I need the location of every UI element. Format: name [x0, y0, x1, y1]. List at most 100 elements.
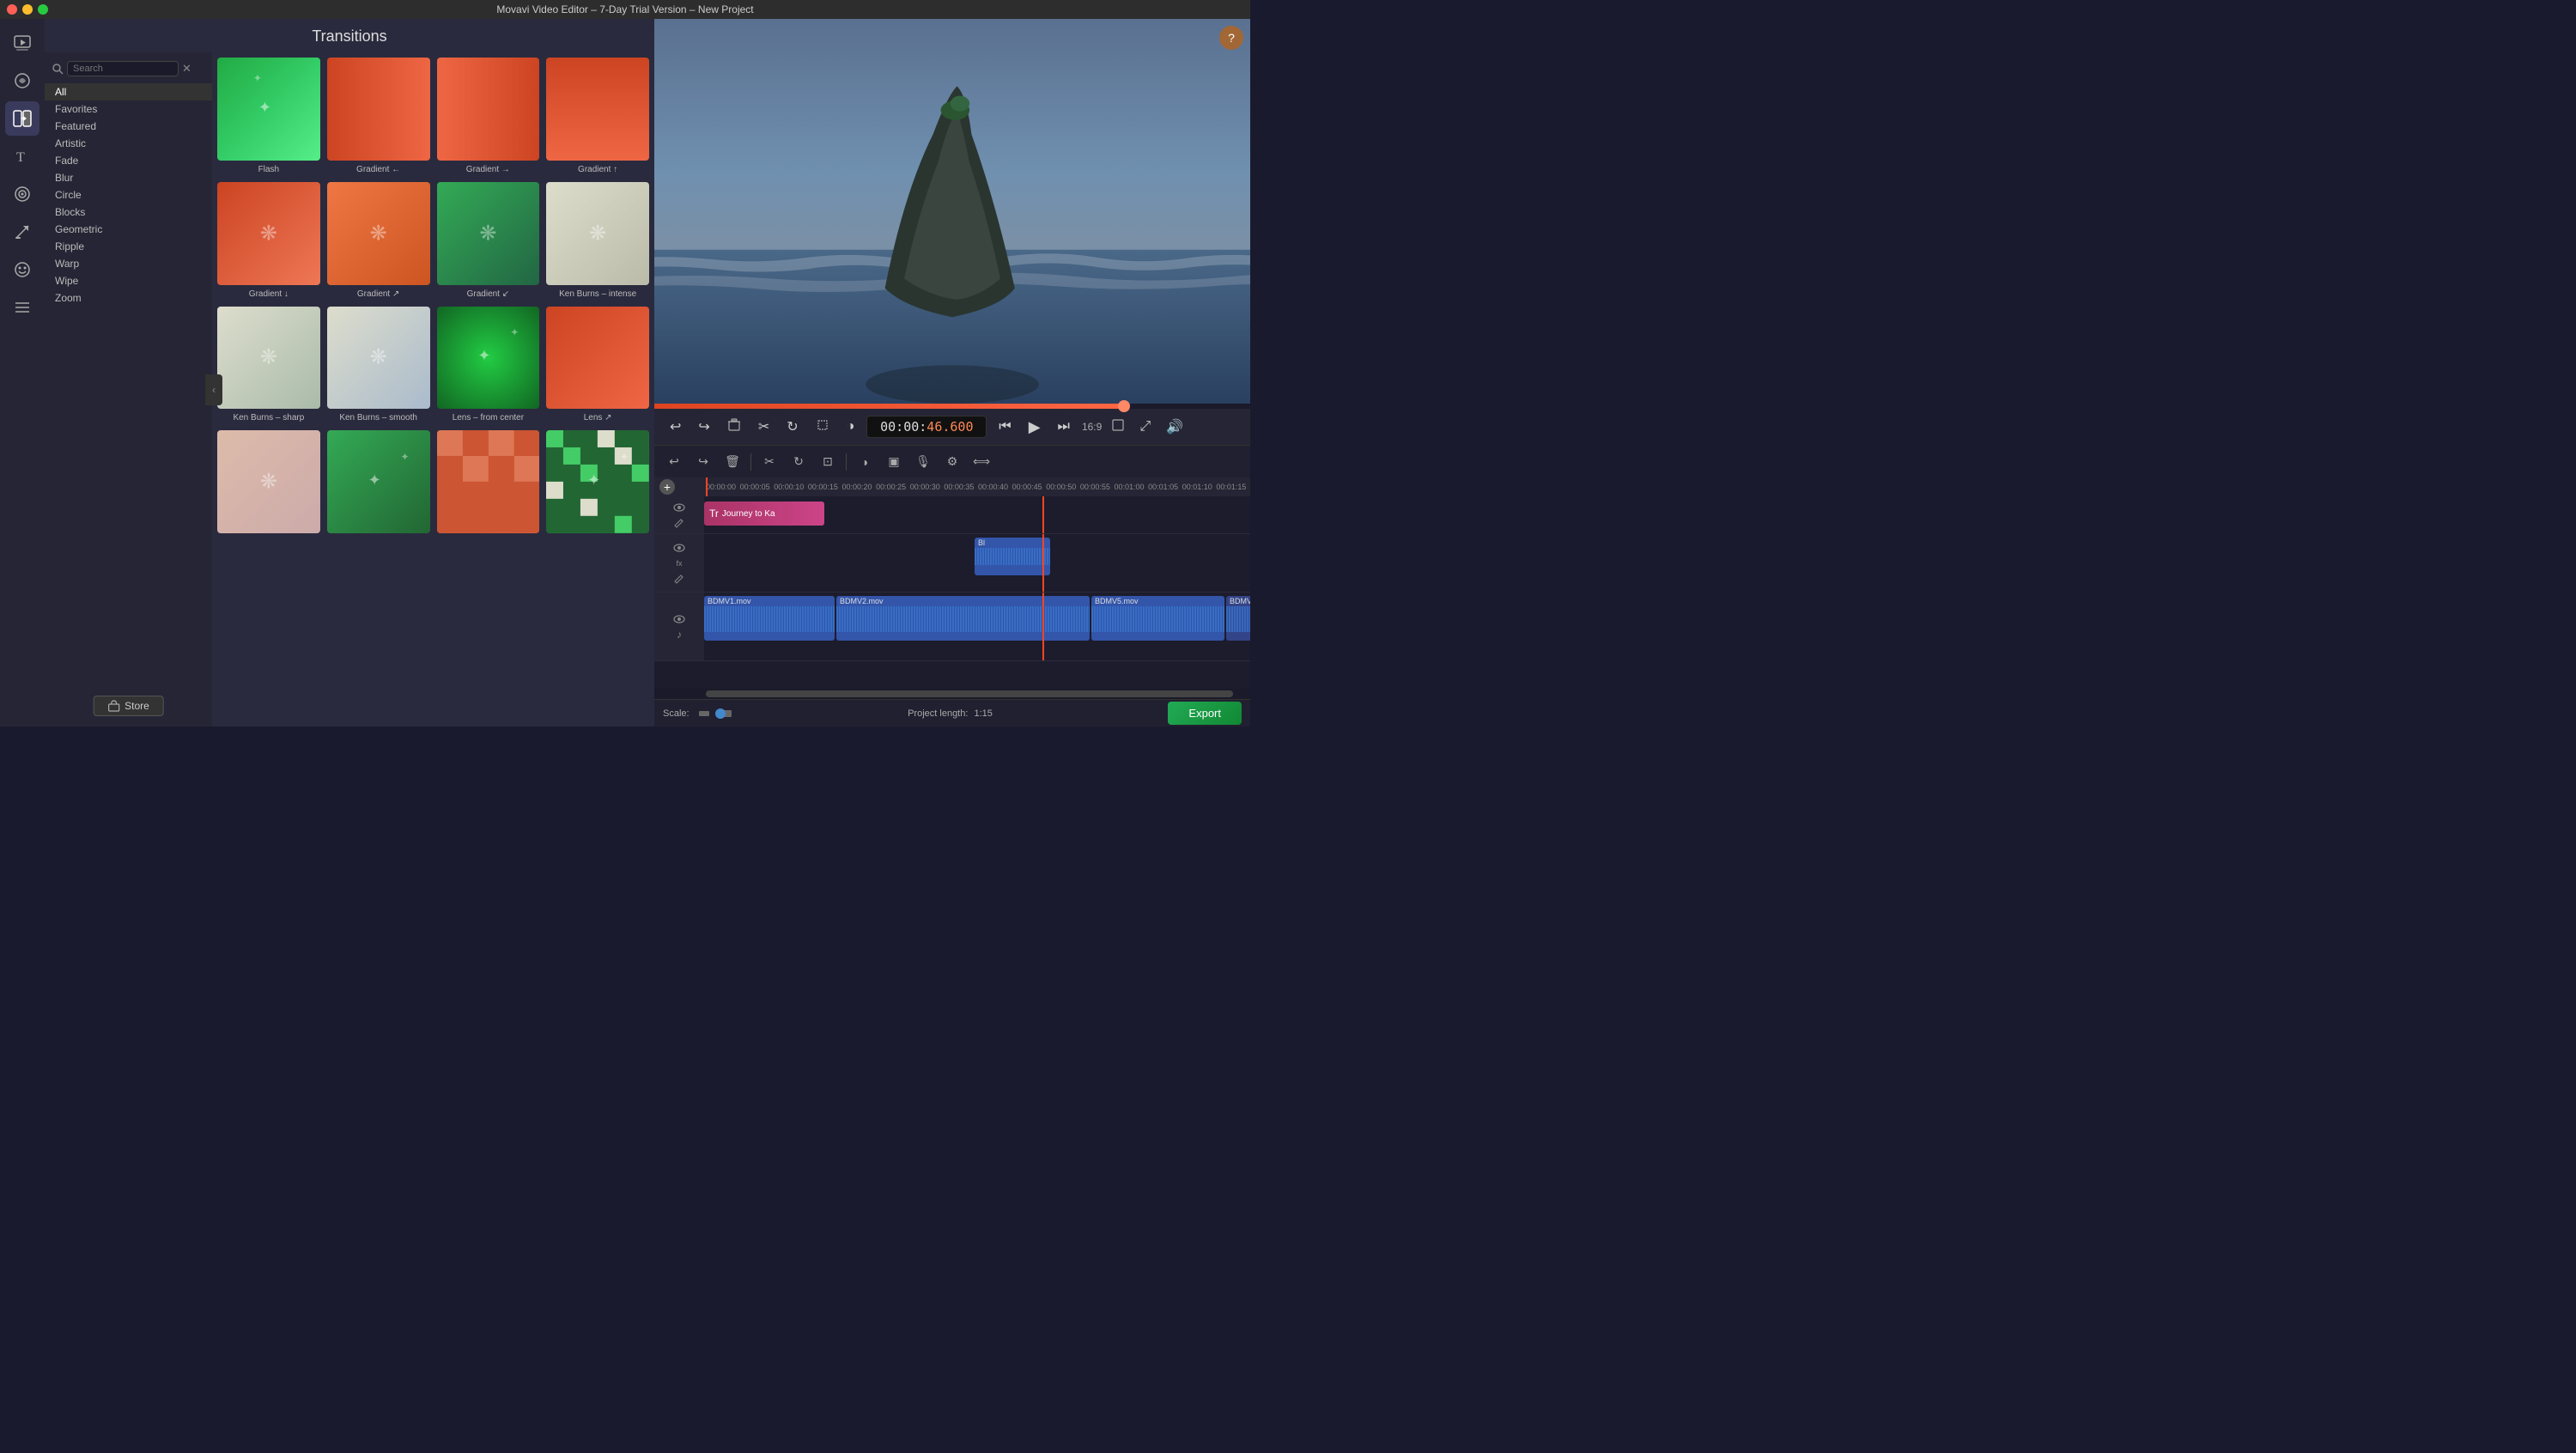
category-fade[interactable]: Fade: [45, 152, 212, 169]
category-featured[interactable]: Featured: [45, 118, 212, 135]
transition-kb-smooth[interactable]: Ken Burns – smooth: [327, 307, 430, 424]
category-warp[interactable]: Warp: [45, 255, 212, 272]
toolbar-audio[interactable]: 🎙: [910, 450, 936, 474]
toolbar-rotate[interactable]: ↻: [786, 450, 811, 474]
title-clip-journey[interactable]: Tr Journey to Ka: [704, 502, 824, 526]
crop-button[interactable]: [811, 415, 835, 440]
help-button[interactable]: ?: [1219, 26, 1243, 50]
category-zoom[interactable]: Zoom: [45, 289, 212, 307]
category-artistic[interactable]: Artistic: [45, 135, 212, 152]
color-button[interactable]: ◑: [841, 416, 860, 438]
sticker-icon-btn[interactable]: [5, 252, 39, 287]
category-blur[interactable]: Blur: [45, 169, 212, 186]
filter-icon-btn[interactable]: [5, 177, 39, 211]
transition-gradient-left[interactable]: Gradient ←: [327, 58, 430, 175]
transition-more-3[interactable]: [437, 430, 540, 537]
minimize-button[interactable]: [22, 4, 33, 15]
media-icon-btn[interactable]: [5, 26, 39, 60]
toolbar-delete[interactable]: 🗑: [720, 450, 745, 474]
transition-more-4[interactable]: [546, 430, 649, 537]
window-title: Movavi Video Editor – 7-Day Trial Versio…: [496, 3, 753, 15]
clip-bdmv2[interactable]: BDMV2.mov: [836, 596, 1090, 641]
secondary-track-content[interactable]: Bl BDMV6.mov BDMV12.mov: [704, 534, 1250, 592]
toolbar-undo[interactable]: ↩: [661, 450, 687, 474]
clip-bdmv1[interactable]: BDMV1.mov: [704, 596, 835, 641]
transition-gradient-ne[interactable]: Gradient ↗: [327, 182, 430, 300]
transition-flash[interactable]: Flash: [217, 58, 320, 175]
toolbar-color[interactable]: ◑: [852, 450, 878, 474]
transition-gradient-up[interactable]: Gradient ↑: [546, 58, 649, 175]
add-track-button[interactable]: +: [659, 479, 675, 495]
clip-bdmv9[interactable]: BDMV9.mov: [1226, 596, 1250, 641]
title-track-edit-icon[interactable]: [672, 516, 686, 530]
transition-lens-diag[interactable]: Lens ↗: [546, 307, 649, 424]
clip-bdmv1-wave: [704, 606, 835, 632]
title-track-content[interactable]: Tr Journey to Ka: [704, 496, 1250, 533]
transition-lens-center[interactable]: Lens – from center: [437, 307, 540, 424]
toolbar-cut[interactable]: ✂: [756, 450, 782, 474]
arrow-icon-btn[interactable]: [5, 215, 39, 249]
main-track-content[interactable]: BDMV1.mov BDMV2.mov BDMV5.mov: [704, 593, 1250, 660]
category-all[interactable]: All: [45, 83, 212, 100]
timeline-scrollbar[interactable]: [654, 689, 1250, 699]
layout-icon-btn[interactable]: [5, 290, 39, 325]
delete-button[interactable]: [722, 415, 746, 440]
secondary-video-track: fx Bl BDMV6.mov: [654, 534, 1250, 593]
transition-kb-intense[interactable]: Ken Burns – intense: [546, 182, 649, 300]
fullscreen-button[interactable]: [1107, 416, 1129, 439]
skip-forward-button[interactable]: ⏭: [1053, 416, 1075, 438]
title-clip-icon: Tr: [709, 508, 719, 520]
secondary-track-fx-icon[interactable]: fx: [672, 556, 686, 570]
close-button[interactable]: [7, 4, 17, 15]
store-button[interactable]: Store: [93, 696, 164, 716]
toolbar-settings[interactable]: ⚙: [939, 450, 965, 474]
transition-more-2[interactable]: [327, 430, 430, 537]
secondary-track-edit-icon[interactable]: [672, 572, 686, 586]
project-length-value: 1:15: [974, 708, 992, 719]
main-track-mute-icon[interactable]: ♪: [672, 628, 686, 641]
category-circle[interactable]: Circle: [45, 186, 212, 204]
category-favorites[interactable]: Favorites: [45, 100, 212, 118]
category-geometric[interactable]: Geometric: [45, 221, 212, 238]
transition-more-1[interactable]: [217, 430, 320, 537]
rotate-button[interactable]: ↻: [781, 415, 803, 439]
secondary-track-eye-icon[interactable]: [672, 541, 686, 555]
collapse-panel-button[interactable]: ‹: [205, 374, 222, 405]
search-input[interactable]: [67, 61, 179, 76]
export-button[interactable]: Export: [1168, 702, 1242, 725]
clip-bdmv5[interactable]: BDMV5.mov: [1091, 596, 1224, 641]
timeline-scroll-thumb[interactable]: [706, 690, 1233, 697]
search-clear-icon[interactable]: ✕: [182, 62, 191, 76]
toolbar-image[interactable]: ▣: [881, 450, 907, 474]
category-ripple[interactable]: Ripple: [45, 238, 212, 255]
category-blocks[interactable]: Blocks: [45, 204, 212, 221]
category-list: ✕ All Favorites Featured Artistic Fade B…: [45, 52, 212, 726]
toolbar-sep-1: [750, 453, 751, 471]
clip-bl[interactable]: Bl: [975, 538, 1050, 575]
category-wipe[interactable]: Wipe: [45, 272, 212, 289]
volume-button[interactable]: 🔊: [1161, 415, 1188, 439]
transition-gradient-down[interactable]: Gradient ↓: [217, 182, 320, 300]
cut-button[interactable]: ✂: [753, 415, 775, 439]
scale-thumb[interactable]: [715, 708, 726, 719]
redo-button[interactable]: ↪: [693, 415, 714, 439]
transitions-icon-btn[interactable]: [5, 101, 39, 136]
title-track-eye-icon[interactable]: [672, 501, 686, 514]
toolbar-redo[interactable]: ↪: [690, 450, 716, 474]
skip-back-button[interactable]: ⏮: [993, 416, 1016, 438]
progress-bar-container[interactable]: [654, 404, 1250, 409]
ruler-mark-13: 00:01:05: [1148, 483, 1182, 491]
text-icon-btn[interactable]: T: [5, 139, 39, 173]
play-button[interactable]: ▶: [1024, 415, 1046, 440]
main-track-eye-icon[interactable]: [672, 612, 686, 626]
expand-button[interactable]: ⤢: [1134, 416, 1156, 438]
undo-button[interactable]: ↩: [665, 415, 686, 439]
transition-kb-sharp[interactable]: Ken Burns – sharp: [217, 307, 320, 424]
toolbar-motion[interactable]: ⟺: [969, 450, 994, 474]
transition-gradient-right[interactable]: Gradient →: [437, 58, 540, 175]
effects-icon-btn[interactable]: [5, 64, 39, 98]
transition-gradient-sw[interactable]: Gradient ↙: [437, 182, 540, 300]
maximize-button[interactable]: [38, 4, 48, 15]
toolbar-crop[interactable]: ⊡: [815, 450, 841, 474]
transition-gradient-left-label: Gradient ←: [356, 164, 400, 175]
